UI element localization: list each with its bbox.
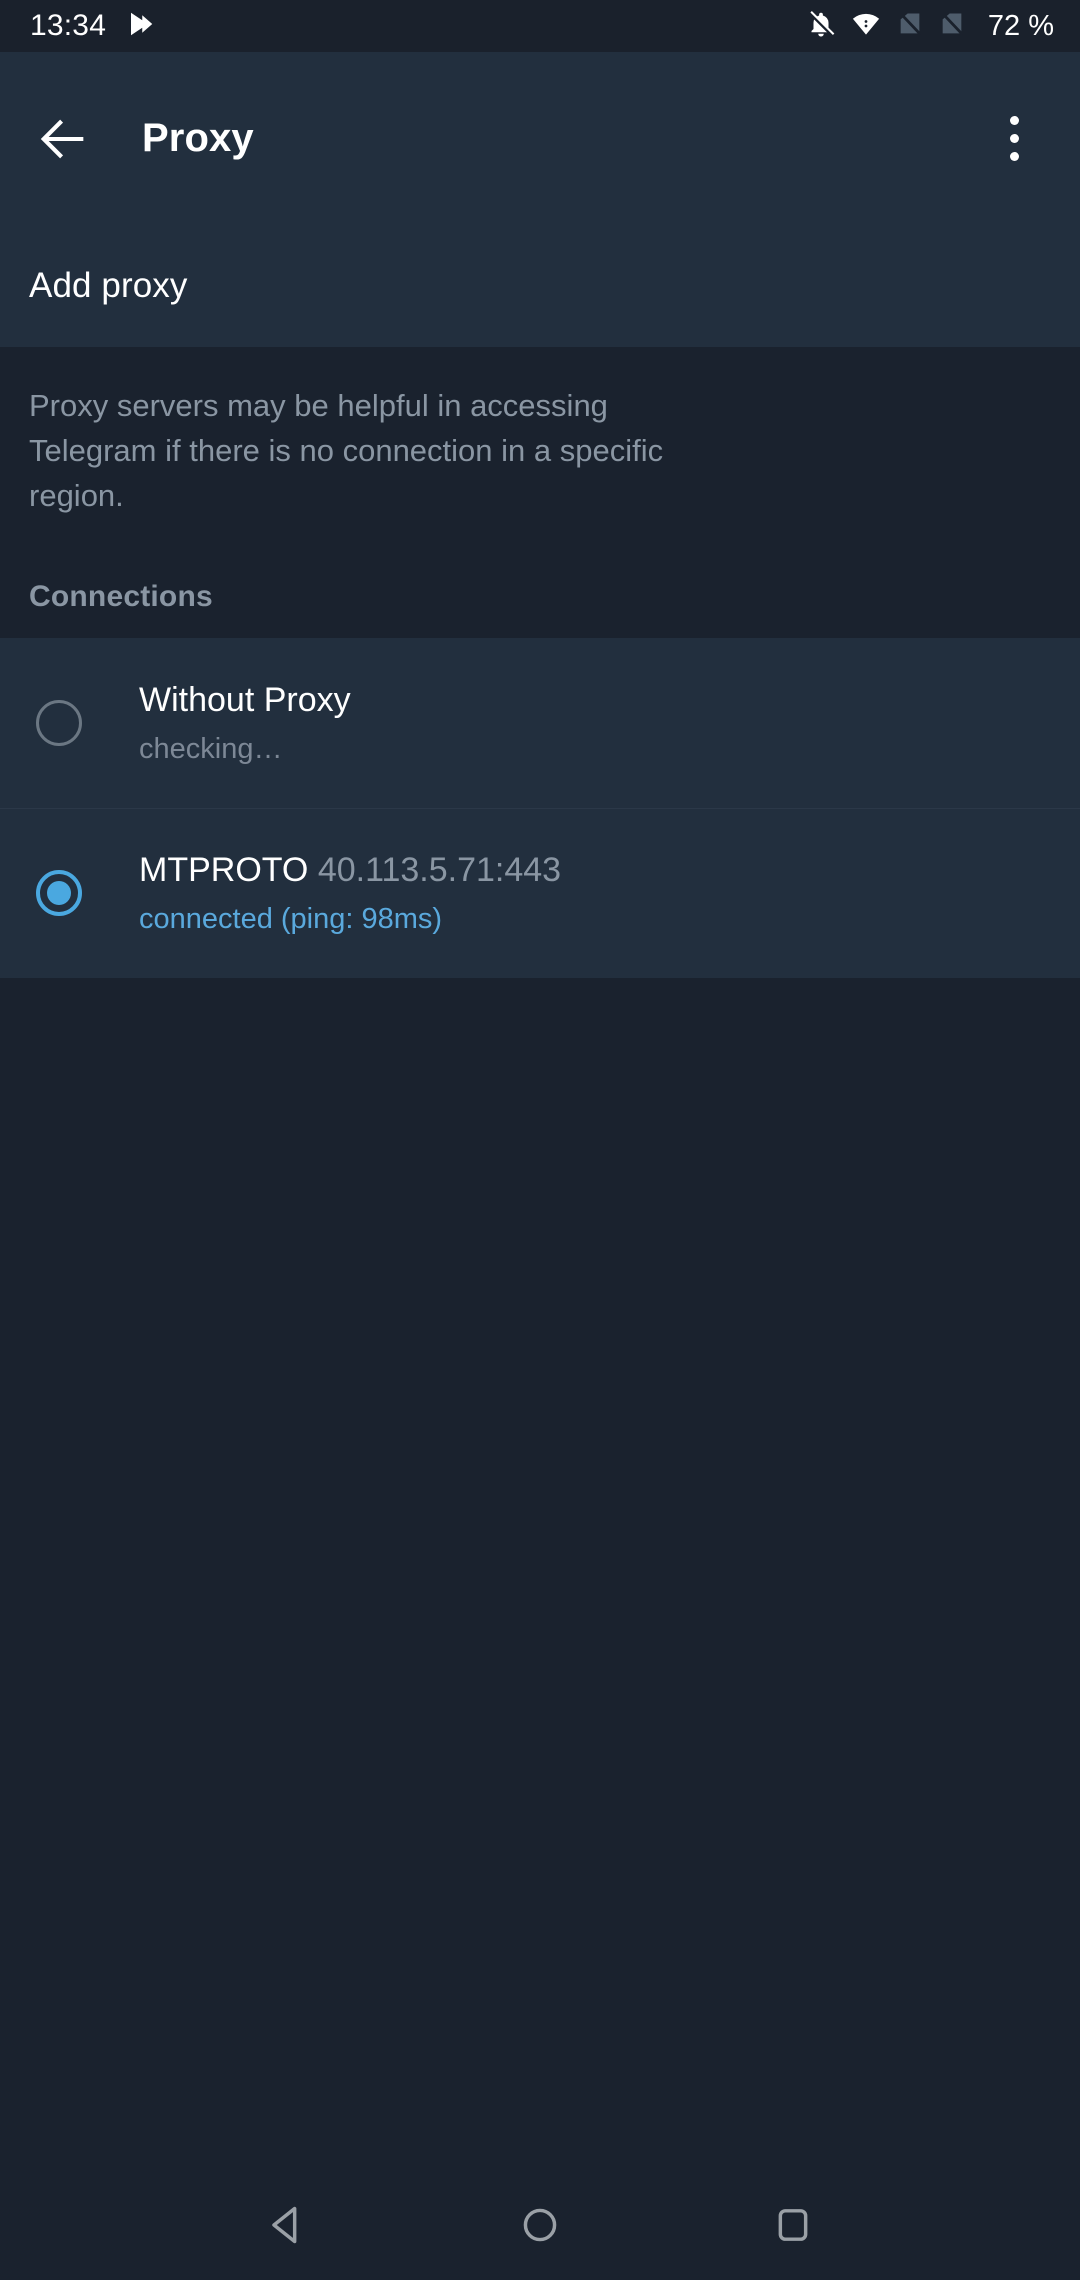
overflow-menu-icon[interactable] xyxy=(978,101,1050,177)
connection-text-mtproto: MTPROTO 40.113.5.71:443 connected (ping:… xyxy=(139,851,561,936)
connection-name: MTPROTO xyxy=(139,850,309,889)
back-arrow-icon[interactable] xyxy=(26,101,102,177)
connection-row-mtproto[interactable]: MTPROTO 40.113.5.71:443 connected (ping:… xyxy=(0,808,1080,978)
app-toolbar: Proxy xyxy=(0,52,1080,225)
radio-button-without-proxy[interactable] xyxy=(36,700,82,746)
connection-text-without-proxy: Without Proxy checking… xyxy=(139,681,351,766)
nav-back-icon[interactable] xyxy=(232,2170,342,2280)
page-title: Proxy xyxy=(142,116,254,160)
add-proxy-card: Add proxy xyxy=(0,225,1080,347)
status-bar-notification-icons xyxy=(126,9,156,44)
connection-status-without-proxy: checking… xyxy=(139,732,283,765)
connection-title-mtproto: MTPROTO 40.113.5.71:443 xyxy=(139,851,561,890)
app-notification-icon xyxy=(126,9,156,44)
radio-button-mtproto[interactable] xyxy=(36,870,82,916)
status-clock: 13:34 xyxy=(30,9,107,42)
connection-address: 40.113.5.71:443 xyxy=(317,850,562,889)
add-proxy-button[interactable]: Add proxy xyxy=(0,225,1080,347)
overflow-dot-3 xyxy=(1009,152,1019,161)
no-sim-2-icon xyxy=(938,9,966,44)
bell-off-icon xyxy=(806,9,836,44)
empty-content-area xyxy=(0,978,1080,2170)
add-proxy-label: Add proxy xyxy=(29,266,188,305)
battery-percent-label: 72 % xyxy=(987,9,1054,42)
connection-row-without-proxy[interactable]: Without Proxy checking… xyxy=(0,638,1080,808)
proxy-settings-screen: 13:34 72 % Proxy Add proxy Proxy servers… xyxy=(0,0,1080,2280)
connection-name: Without Proxy xyxy=(139,680,351,719)
overflow-dot-1 xyxy=(1009,116,1019,125)
connection-title-without-proxy: Without Proxy xyxy=(139,681,351,720)
connection-status-mtproto: connected (ping: 98ms) xyxy=(139,902,443,935)
overflow-dot-2 xyxy=(1009,134,1019,143)
connections-section-header: Connections xyxy=(29,580,213,613)
nav-recents-icon[interactable] xyxy=(738,2170,848,2280)
proxy-description: Proxy servers may be helpful in accessin… xyxy=(29,388,664,513)
proxy-info-section: Proxy servers may be helpful in accessin… xyxy=(0,347,1080,638)
android-navigation-bar xyxy=(0,2170,1080,2280)
status-bar-system-icons: 72 % xyxy=(806,9,1054,44)
wifi-icon xyxy=(850,9,882,44)
connections-card: Without Proxy checking… MTPROTO 40.113.5… xyxy=(0,638,1080,978)
proxy-info-block: Proxy servers may be helpful in accessin… xyxy=(0,347,1080,544)
no-sim-1-icon xyxy=(896,9,924,44)
status-bar: 13:34 72 % xyxy=(0,0,1080,52)
nav-home-icon[interactable] xyxy=(485,2170,595,2280)
